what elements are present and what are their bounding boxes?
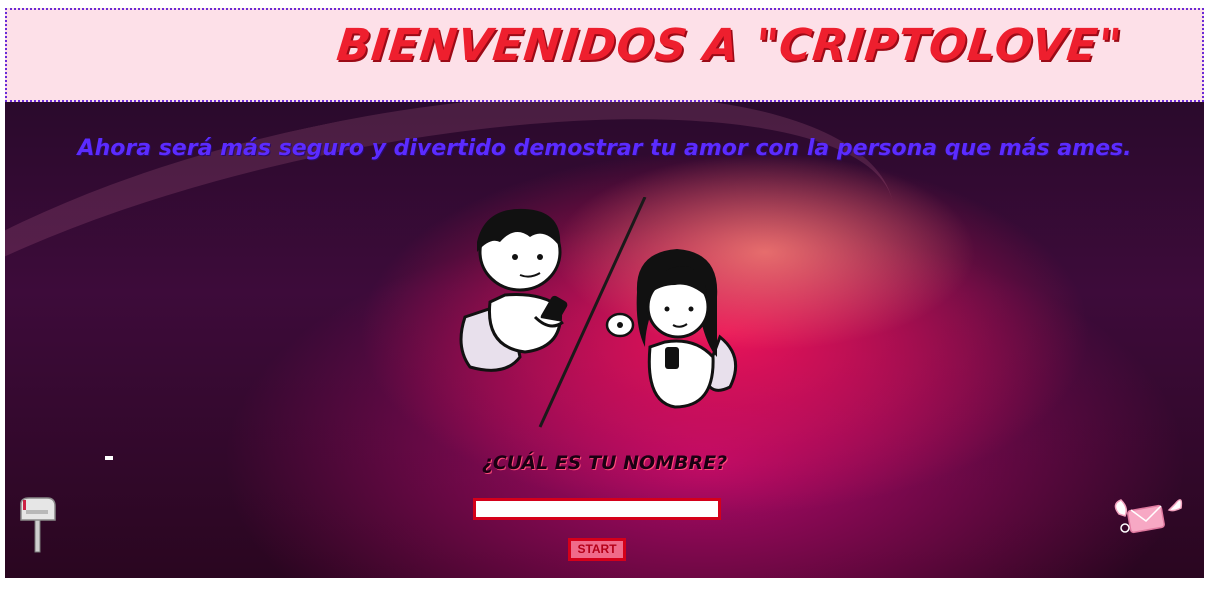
start-button[interactable]: START bbox=[568, 538, 626, 561]
subtitle-text: Ahora será más seguro y divertido demost… bbox=[77, 136, 1132, 161]
cursor-mark bbox=[105, 456, 113, 460]
name-question: ¿Cuál es tu nombre? bbox=[481, 452, 728, 474]
mailbox-icon[interactable] bbox=[17, 496, 59, 556]
page-title: Bienvenidos a "CriptoLove" bbox=[334, 20, 1125, 71]
couple-texting-illustration bbox=[459, 197, 738, 428]
main-stage: Ahora será más seguro y divertido demost… bbox=[5, 102, 1204, 578]
winged-envelope-icon[interactable] bbox=[1111, 494, 1183, 540]
page-header: Bienvenidos a "CriptoLove" bbox=[5, 8, 1204, 102]
name-input[interactable] bbox=[473, 498, 721, 520]
